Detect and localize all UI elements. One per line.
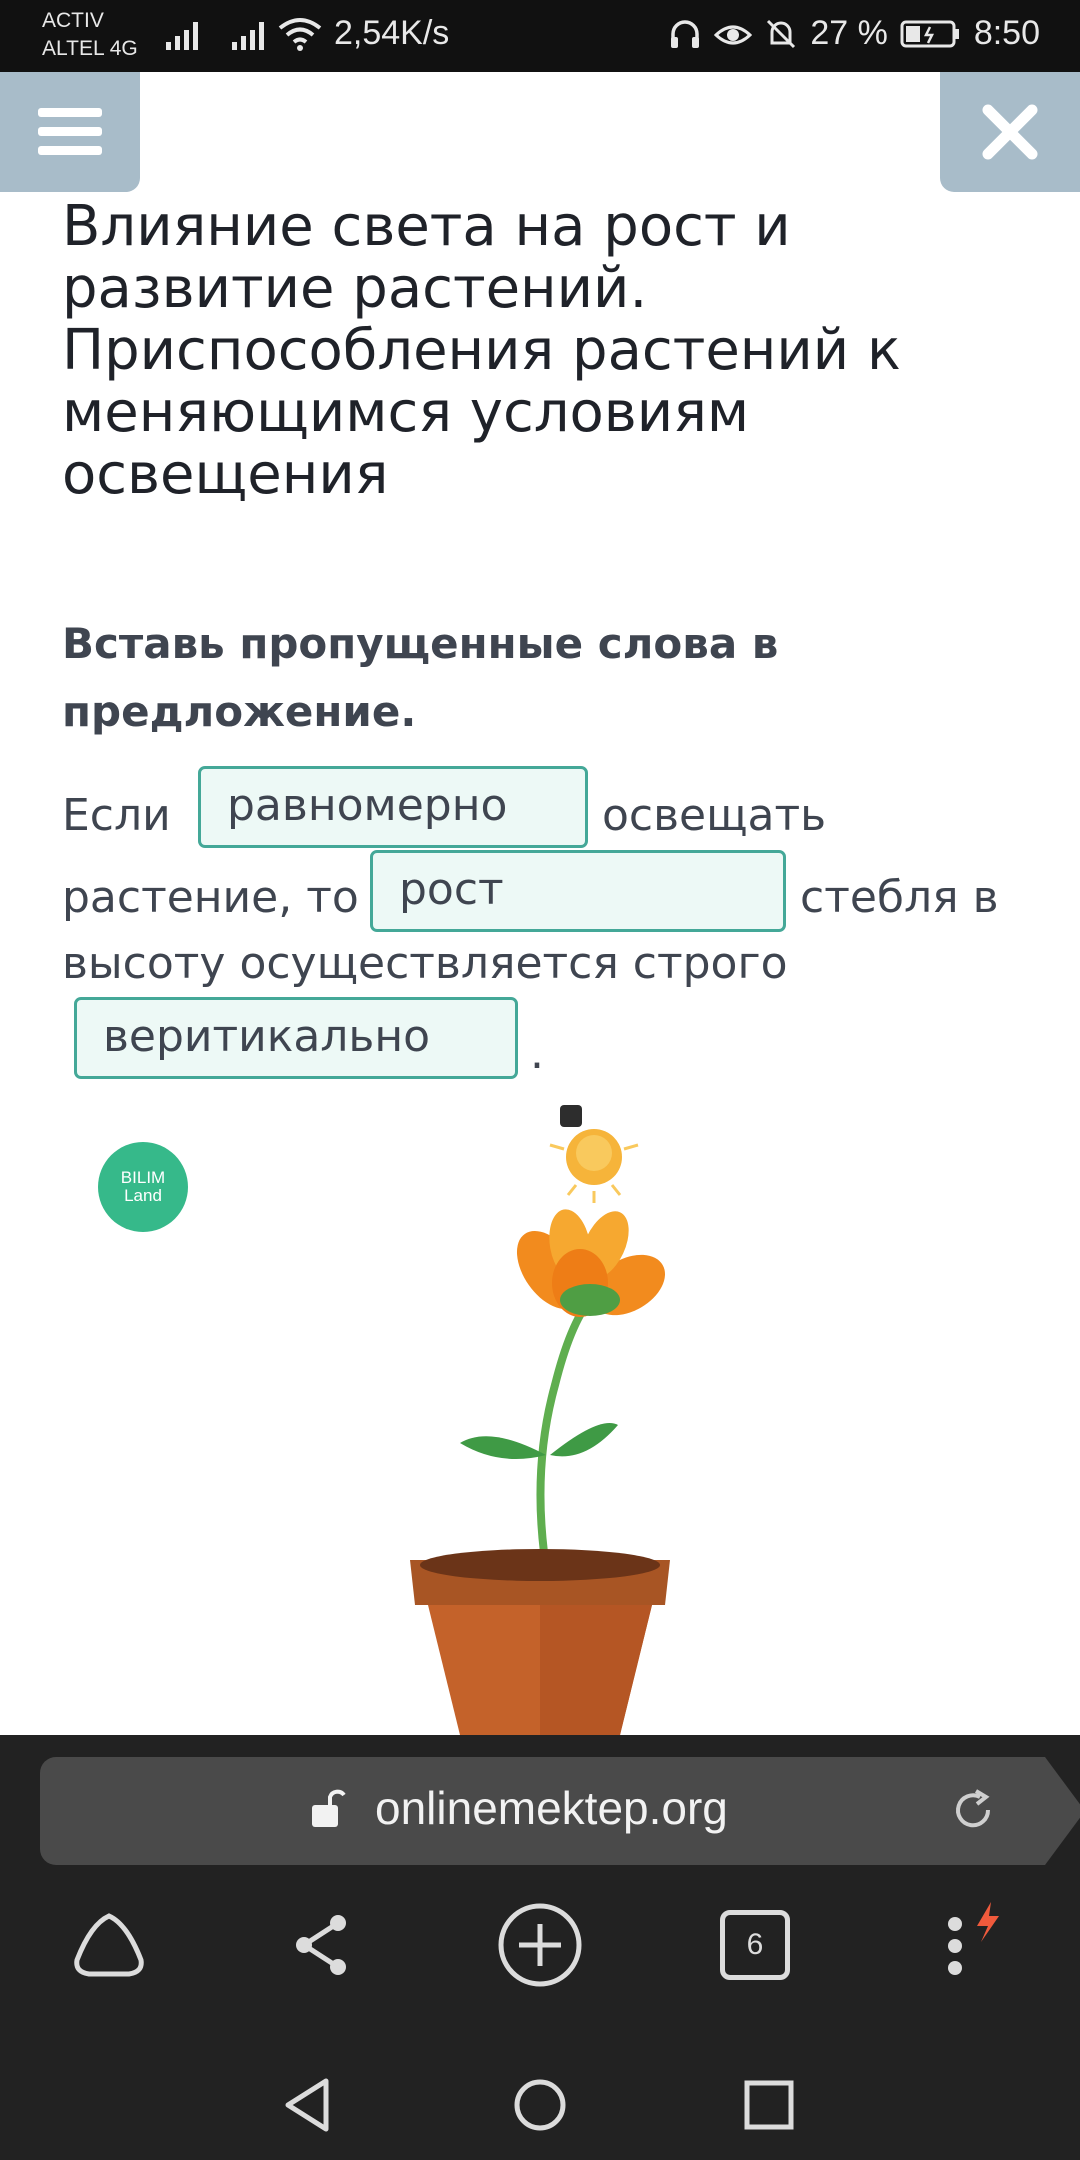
battery-percent: 27 % bbox=[810, 14, 888, 52]
answer-blank-1[interactable]: равномерно bbox=[198, 766, 588, 848]
share-button[interactable] bbox=[267, 1890, 377, 2000]
unlocked-icon bbox=[312, 1789, 346, 1827]
browser-home-icon bbox=[74, 1913, 144, 1977]
back-triangle-icon bbox=[285, 2078, 329, 2132]
new-tab-button[interactable] bbox=[485, 1890, 595, 2000]
plant-illustration bbox=[410, 1105, 670, 1735]
flower-icon bbox=[516, 1209, 665, 1317]
status-right-group: 27 % 8:50 bbox=[668, 14, 1040, 53]
address-bar[interactable]: onlinemektep.org bbox=[40, 1757, 1080, 1865]
recents-button[interactable] bbox=[724, 2060, 814, 2150]
answer-blank-3[interactable]: веритикально bbox=[74, 997, 518, 1079]
browser-toolbar: 6 bbox=[0, 1890, 1080, 2010]
sentence-text: Если bbox=[62, 790, 171, 841]
bilimland-logo: BILIM Land bbox=[98, 1142, 188, 1232]
wifi-icon bbox=[278, 18, 322, 51]
mute-bell-icon bbox=[767, 19, 796, 48]
menu-button[interactable] bbox=[0, 72, 140, 192]
carrier-info: ACTIV ALTEL 4G bbox=[42, 7, 138, 63]
plus-circle-icon bbox=[498, 1903, 582, 1987]
tabs-button[interactable]: 6 bbox=[700, 1890, 810, 2000]
close-icon bbox=[982, 104, 1038, 160]
clock: 8:50 bbox=[973, 14, 1040, 52]
hamburger-icon bbox=[38, 108, 102, 155]
share-icon bbox=[296, 1915, 346, 1975]
sentence-text: освещать bbox=[602, 790, 827, 841]
light-bulb-icon bbox=[549, 1105, 639, 1203]
signal-strength-icon bbox=[232, 22, 264, 50]
tabs-count: 6 bbox=[720, 1910, 790, 1980]
home-nav-button[interactable] bbox=[495, 2060, 585, 2150]
home-circle-icon bbox=[514, 2079, 566, 2131]
address-bar-arrow bbox=[1045, 1757, 1080, 1865]
more-menu-button[interactable] bbox=[918, 1890, 1028, 2000]
update-bolt-icon bbox=[977, 1902, 999, 1942]
carrier-line-2: ALTEL 4G bbox=[42, 37, 138, 60]
url-text: onlinemektep.org bbox=[375, 1782, 728, 1834]
task-heading: Вставь пропущенные слова в предложение. bbox=[62, 619, 779, 736]
battery-icon bbox=[900, 20, 959, 47]
logo-text: BILIM bbox=[120, 1168, 166, 1187]
more-vertical-icon bbox=[948, 1902, 999, 1975]
recents-square-icon bbox=[744, 2080, 794, 2130]
answer-blank-2[interactable]: рост bbox=[370, 850, 786, 932]
eye-comfort-icon bbox=[714, 25, 753, 44]
sentence-text: стебля в bbox=[800, 872, 999, 923]
home-button[interactable] bbox=[54, 1890, 164, 2000]
page-title: Влияние света на рост и развитие растени… bbox=[62, 194, 901, 507]
system-navigation-bar bbox=[0, 2040, 1080, 2160]
headphones-icon bbox=[671, 19, 700, 48]
close-button[interactable] bbox=[940, 72, 1080, 192]
carrier-line-1: ACTIV bbox=[42, 9, 104, 32]
sentence-text: высоту осуществляется строго bbox=[62, 938, 788, 989]
reload-icon[interactable] bbox=[950, 1787, 996, 1833]
sentence-text: растение, то bbox=[62, 872, 359, 923]
logo-text: Land bbox=[124, 1186, 162, 1205]
status-bar: ACTIV ALTEL 4G 2,54K/s 27 % 8:50 bbox=[0, 0, 1080, 72]
network-speed: 2,54K/s bbox=[334, 14, 450, 52]
back-button[interactable] bbox=[262, 2060, 352, 2150]
signal-strength-icon bbox=[166, 22, 198, 50]
flower-pot-icon bbox=[410, 1549, 670, 1735]
sentence-text: . bbox=[530, 1028, 544, 1079]
